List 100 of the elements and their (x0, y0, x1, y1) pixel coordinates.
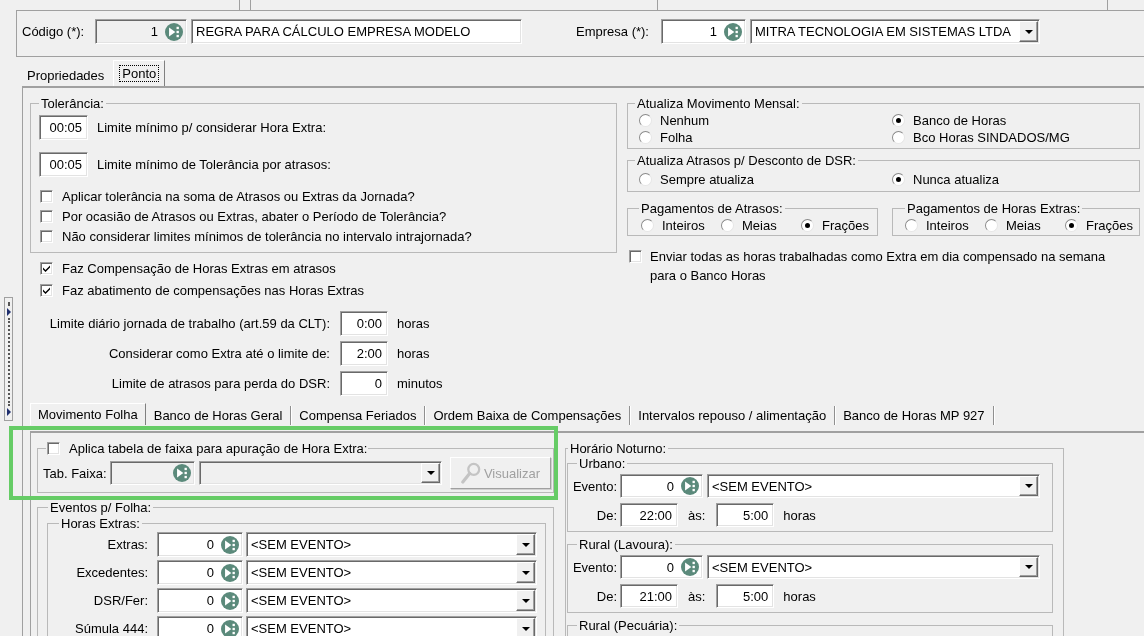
unit-label: horas (783, 507, 816, 523)
tab[interactable]: Banco de Horas Geral (145, 406, 292, 425)
event-dropdown[interactable]: <SEM EVENTO> (246, 560, 537, 585)
name-field[interactable]: REGRA PARA CÁLCULO EMPRESA MODELO (191, 19, 522, 44)
radio-button[interactable] (639, 114, 652, 127)
radio-button[interactable] (639, 131, 652, 144)
group-title: Horário Noturno: (569, 441, 668, 456)
field-label: DSR/Fer: (93, 593, 148, 608)
event-dropdown[interactable]: <SEM EVENTO> (246, 616, 537, 636)
dropdown-button[interactable] (516, 562, 535, 583)
radio-label: Bco Horas SINDADOS/MG (913, 130, 1070, 145)
dropdown-button[interactable] (1019, 476, 1038, 496)
dropdown-button[interactable] (421, 463, 440, 483)
time-field[interactable]: 00:05 (39, 152, 88, 177)
radio-button[interactable] (1065, 219, 1078, 232)
field-label: Evento: (572, 559, 617, 575)
code-field[interactable]: 0 (620, 555, 703, 579)
radio-label: Sempre atualiza (660, 172, 754, 187)
radio-button[interactable] (892, 114, 905, 127)
dropdown-button[interactable] (516, 534, 535, 555)
field-label: Tab. Faixa: (43, 465, 108, 481)
triangle-right-icon (6, 308, 11, 316)
radio-button[interactable] (985, 219, 998, 232)
checkbox[interactable] (40, 189, 53, 203)
play-circle-icon[interactable] (724, 22, 742, 41)
time-field[interactable]: 21:00 (620, 584, 678, 608)
event-dropdown[interactable]: <SEM EVENTO> (246, 532, 537, 557)
radio-label: Folha (660, 130, 693, 145)
checkbox[interactable] (40, 283, 53, 297)
dropdown-button[interactable] (516, 618, 535, 636)
time-field[interactable]: 0 (340, 371, 388, 396)
code-field[interactable]: 0 (157, 616, 243, 636)
radio-button[interactable] (641, 219, 654, 232)
field-label: De: (596, 588, 617, 604)
field-label: Limite mínimo p/ considerar Hora Extra: (97, 120, 327, 135)
play-circle-icon[interactable] (221, 535, 239, 554)
radio-button[interactable] (892, 131, 905, 144)
field-label: Considerar como Extra até o limite de: (108, 346, 330, 361)
radio-label: Inteiros (926, 218, 969, 233)
radio-button[interactable] (801, 219, 814, 232)
code-field[interactable]: 0 (157, 588, 243, 613)
field-label: às: (688, 507, 706, 523)
checkbox[interactable] (40, 261, 53, 275)
checkbox-label: Por ocasião de Atrasos ou Extras, abater o Período de Tolerância? (62, 208, 447, 224)
unit-label: horas (397, 346, 430, 361)
triangle-right-icon (6, 408, 11, 416)
event-dropdown[interactable]: <SEM EVENTO> (707, 474, 1040, 498)
checkbox[interactable] (629, 250, 642, 263)
dropdown-button[interactable] (1019, 21, 1038, 42)
time-field[interactable]: 5:00 (716, 503, 775, 527)
play-circle-icon[interactable] (221, 563, 239, 582)
code-field[interactable]: 0 (620, 474, 703, 498)
event-dropdown[interactable]: <SEM EVENTO> (246, 588, 537, 613)
radio-button[interactable] (639, 173, 652, 186)
radio-label: Nenhum (660, 113, 710, 128)
tab[interactable]: Movimento Folha (30, 403, 146, 425)
splitter-handle[interactable] (4, 297, 13, 421)
radio-button[interactable] (905, 219, 918, 232)
play-circle-icon[interactable] (681, 477, 699, 495)
code-field[interactable] (110, 461, 195, 485)
caret-icon (521, 542, 530, 547)
time-field[interactable]: 2:00 (340, 341, 388, 366)
tab[interactable]: Banco de Horas MP 927 (835, 406, 994, 425)
radio-button[interactable] (721, 219, 734, 232)
time-field[interactable]: 0:00 (340, 311, 388, 336)
tab[interactable]: Compensa Feriados (291, 406, 426, 425)
dropdown-button[interactable] (1019, 557, 1038, 577)
play-circle-icon[interactable] (173, 464, 191, 482)
code-field[interactable]: 1 (661, 19, 746, 44)
play-circle-icon[interactable] (681, 558, 699, 576)
play-circle-icon[interactable] (221, 591, 239, 610)
radio-button[interactable] (892, 173, 905, 186)
company-dropdown[interactable]: MITRA TECNOLOGIA EM SISTEMAS LTDA (750, 19, 1040, 44)
code-field[interactable]: 0 (157, 532, 243, 557)
radio-label: Meias (1006, 218, 1041, 233)
code-field[interactable]: 1 (95, 19, 187, 44)
checkmark-icon (43, 264, 50, 272)
dropdown-button[interactable] (516, 590, 535, 611)
field-label: Empresa (*): (576, 24, 650, 39)
field-label: Súmula 444: (75, 621, 148, 636)
code-field[interactable]: 0 (157, 560, 243, 585)
checkbox[interactable] (40, 229, 53, 243)
tab[interactable]: Propriedades (22, 64, 110, 86)
caret-icon (1024, 565, 1033, 569)
checkbox[interactable] (40, 209, 53, 223)
group-title: Horas Extras: (60, 516, 141, 531)
unit-label: minutos (397, 376, 443, 391)
group-title: Eventos p/ Folha: (49, 500, 153, 515)
time-field[interactable]: 00:05 (39, 115, 88, 140)
tab[interactable]: Ponto (113, 60, 166, 86)
table-dropdown[interactable] (199, 461, 442, 485)
tab[interactable]: Ordem Baixa de Compensações (425, 406, 631, 425)
time-field[interactable]: 22:00 (620, 503, 678, 527)
tab[interactable]: Intervalos repouso / alimentação (630, 406, 836, 425)
radio-label: Frações (1086, 218, 1133, 233)
play-circle-icon[interactable] (165, 22, 183, 41)
event-dropdown[interactable]: <SEM EVENTO> (707, 555, 1040, 579)
checkbox-label: Faz abatimento de compensações nas Horas Extras (62, 282, 365, 298)
time-field[interactable]: 5:00 (716, 584, 775, 608)
group-title: Pagamentos de Horas Extras: (906, 201, 1082, 216)
